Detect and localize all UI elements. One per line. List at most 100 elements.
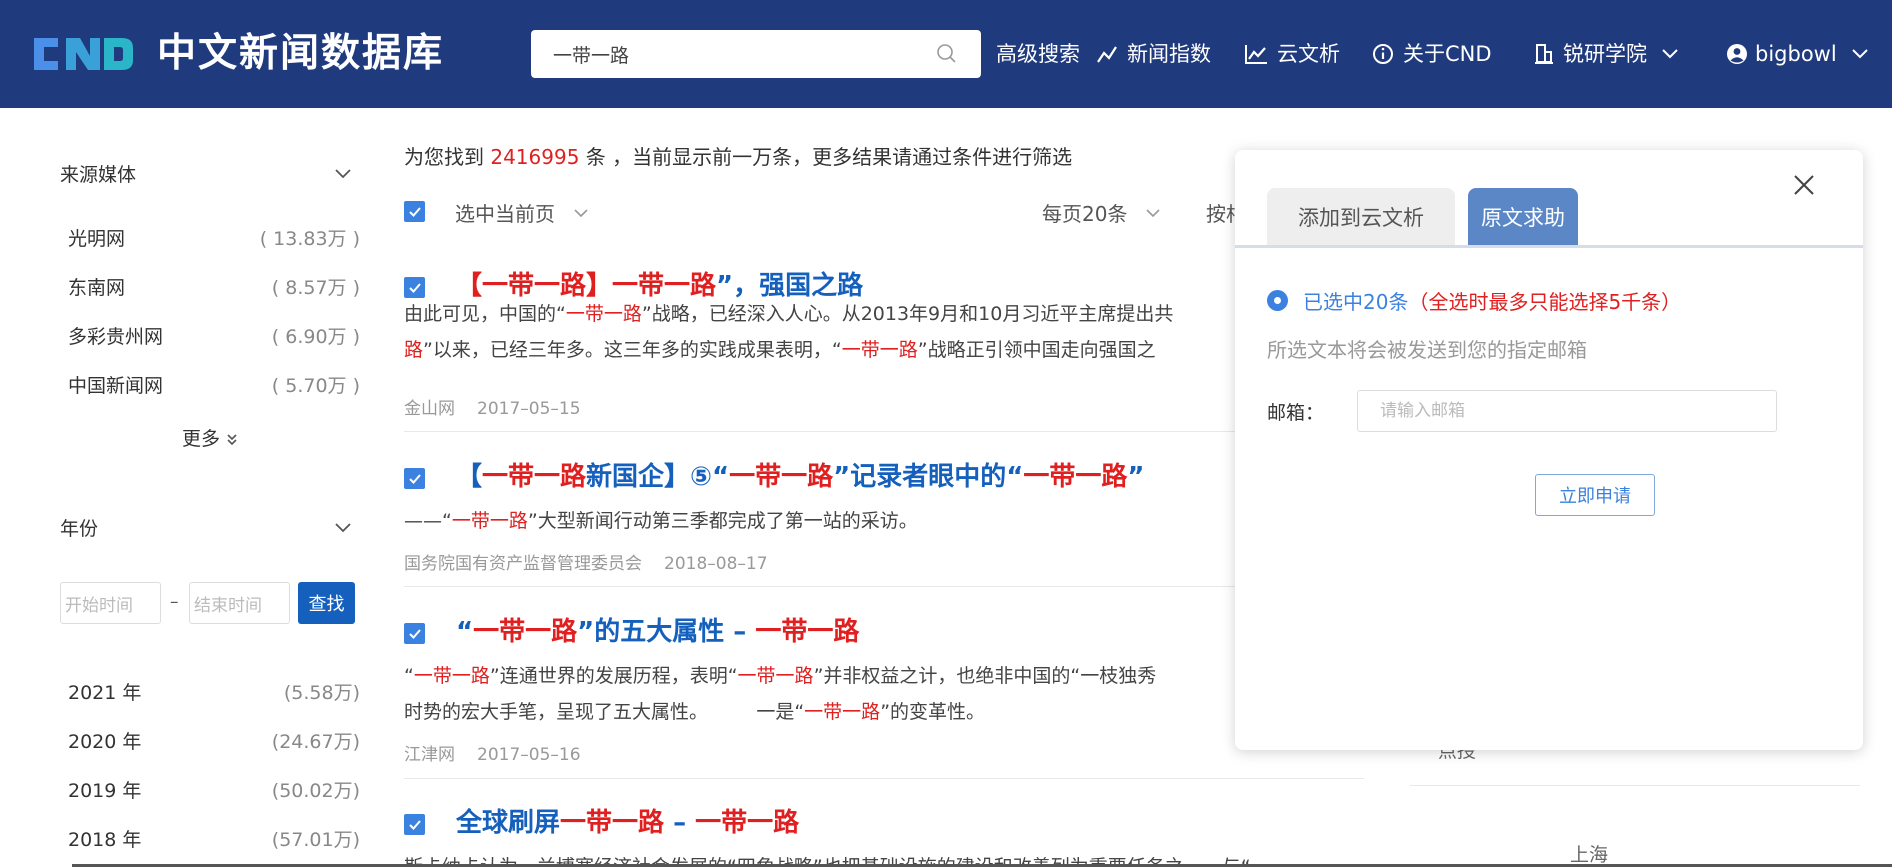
article-title[interactable]: 【一带一路新国企】⑤“一带一路”记录者眼中的“一带一路” xyxy=(456,461,1144,493)
snippet-highlight: 一带一路 xyxy=(451,510,528,532)
article-source: 金山网 xyxy=(404,399,455,419)
source-name: 光明网 xyxy=(68,228,126,250)
snippet-text: ”并非权益之计，也绝非中国的“一枝独秀 xyxy=(813,665,1157,687)
article-title[interactable]: 全球刷屏一带一路 – 一带一路 xyxy=(456,807,799,839)
year-item[interactable]: 2020 年 (24.67万) xyxy=(68,727,360,754)
year-count: (5.58万) xyxy=(283,682,360,704)
snippet-text: ——“ xyxy=(404,510,452,532)
nav-academy[interactable]: 锐研学院 xyxy=(1534,40,1679,68)
chevron-down-icon xyxy=(1662,49,1678,59)
close-icon[interactable] xyxy=(1791,172,1817,198)
email-label: 邮箱： xyxy=(1267,402,1325,424)
per-page-dropdown[interactable]: 每页20条 xyxy=(1042,198,1161,227)
title-highlight: 一带一路 xyxy=(482,462,587,492)
summary-suffix: 条 ，当前显示前一万条，更多结果请通过条件进行筛选 xyxy=(579,145,1073,169)
search-icon[interactable] xyxy=(935,42,959,66)
result-summary: 为您找到 2416995 条 ，当前显示前一万条，更多结果请通过条件进行筛选 xyxy=(404,141,1072,170)
email-field[interactable] xyxy=(1357,390,1777,432)
selected-radio[interactable] xyxy=(1267,290,1288,311)
snippet-text: ”以来，已经三年多。这三年多的实践成果表明，“ xyxy=(423,339,842,361)
source-count: ( 13.83万 ) xyxy=(259,228,360,250)
title-text: – xyxy=(664,808,696,838)
article-snippet: “一带一路”连通世界的发展历程，表明“一带一路”并非权益之计，也绝非中国的“一枝… xyxy=(404,658,1156,694)
start-time-placeholder: 开始时间 xyxy=(65,595,133,616)
article-snippet: ——“一带一路”大型新闻行动第三季都完成了第一站的采访。 xyxy=(404,503,918,539)
article-source: 国务院国有资产监督管理委员会 xyxy=(404,554,642,574)
source-item[interactable]: 多彩贵州网 ( 6.90万 ) xyxy=(68,322,360,349)
article-meta: 江津网 2017–05–16 xyxy=(404,740,581,765)
snippet-text: 由此可见，中国的“ xyxy=(404,303,566,325)
select-page-label: 选中当前页 xyxy=(455,202,555,226)
year-filter-title: 年份 xyxy=(60,518,99,540)
article-divider xyxy=(404,431,1364,432)
chevron-down-icon xyxy=(1851,49,1868,59)
snippet-highlight: 一带一路 xyxy=(804,701,881,723)
user-avatar-icon xyxy=(1727,44,1747,64)
range-dash: – xyxy=(170,592,179,612)
article-date: 2018–08–17 xyxy=(664,554,768,574)
chevron-down-icon xyxy=(574,208,588,217)
nav-news-index[interactable]: 新闻指数 xyxy=(1096,40,1211,68)
check-icon xyxy=(408,819,421,830)
source-media-filter-header[interactable]: 来源媒体 xyxy=(60,160,352,187)
double-chevron-down-icon xyxy=(227,433,237,445)
search-box xyxy=(531,30,981,78)
year-item[interactable]: 2018 年 (57.01万) xyxy=(68,825,360,852)
title-text: 新国企】⑤“ xyxy=(586,462,730,492)
selected-count: 已选中20条 xyxy=(1303,290,1409,314)
snippet-text: ”的变革性。 xyxy=(880,701,986,723)
article-checkbox[interactable] xyxy=(404,814,425,835)
article-divider xyxy=(404,586,1364,587)
source-count: ( 5.70万 ) xyxy=(271,375,360,397)
snippet-text: ”连通世界的发展历程，表明“ xyxy=(489,665,738,687)
end-time-placeholder: 结束时间 xyxy=(194,595,262,616)
end-time-input[interactable]: 结束时间 xyxy=(189,582,290,624)
year-name: 2018 年 xyxy=(68,829,142,851)
snippet-highlight: 一带一路 xyxy=(413,665,490,687)
more-sources-link[interactable]: 更多 xyxy=(182,424,238,451)
title-text: ”的五大属性 – xyxy=(577,617,756,647)
snippet-highlight: 路 xyxy=(404,339,424,361)
source-name: 多彩贵州网 xyxy=(68,326,164,348)
year-filter-header[interactable]: 年份 xyxy=(60,514,352,541)
info-circle-icon xyxy=(1373,44,1393,64)
tab-add-to-cloud-analysis[interactable]: 添加到云文析 xyxy=(1267,188,1455,246)
source-item[interactable]: 中国新闻网 ( 5.70万 ) xyxy=(68,371,360,398)
snippet-text: “ xyxy=(404,665,414,687)
source-item[interactable]: 光明网 ( 13.83万 ) xyxy=(68,224,360,251)
email-hint: 所选文本将会被发送到您的指定邮箱 xyxy=(1267,338,1587,362)
article-checkbox[interactable] xyxy=(404,277,425,298)
article-meta: 金山网 2017–05–15 xyxy=(404,394,581,419)
article-title[interactable]: “一带一路”的五大属性 – 一带一路 xyxy=(456,616,859,648)
article-snippet: 时势的宏大手笔，呈现了五大属性。 一是“一带一路”的变革性。 xyxy=(404,694,985,730)
right-panel-divider xyxy=(1410,785,1860,786)
nav-about[interactable]: 关于CND xyxy=(1372,40,1492,68)
snippet-highlight: 一带一路 xyxy=(565,303,642,325)
chevron-down-icon xyxy=(335,168,351,178)
chevron-down-icon xyxy=(335,522,351,532)
article-checkbox[interactable] xyxy=(404,623,425,644)
logo[interactable]: 中文新闻数据库 xyxy=(32,32,444,76)
tab-original-request[interactable]: 原文求助 xyxy=(1468,188,1578,246)
nav-user[interactable]: bigbowl xyxy=(1726,40,1869,68)
summary-prefix: 为您找到 xyxy=(404,145,491,169)
search-input[interactable] xyxy=(553,43,935,65)
start-time-input[interactable]: 开始时间 xyxy=(60,582,161,624)
nav-cloud-analysis[interactable]: 云文析 xyxy=(1244,40,1340,68)
request-dialog: 添加到云文析 原文求助 已选中20条（全选时最多只能选择5千条） 所选文本将会被… xyxy=(1235,150,1863,750)
year-item[interactable]: 2019 年 (50.02万) xyxy=(68,776,360,803)
find-button[interactable]: 查找 xyxy=(298,582,355,624)
select-page-dropdown[interactable]: 选中当前页 xyxy=(455,198,589,227)
select-page-checkbox[interactable] xyxy=(404,201,425,222)
nav-advanced-search[interactable]: 高级搜索 xyxy=(996,40,1080,68)
source-count: ( 6.90万 ) xyxy=(271,326,360,348)
nav-user-label: bigbowl xyxy=(1755,42,1837,66)
apply-now-button[interactable]: 立即申请 xyxy=(1535,474,1655,516)
year-count: (57.01万) xyxy=(271,829,360,851)
per-page-label: 每页20条 xyxy=(1042,202,1128,226)
article-date: 2017–05–16 xyxy=(477,745,581,765)
source-item[interactable]: 东南网 ( 8.57万 ) xyxy=(68,273,360,300)
nav-cloud-analysis-label: 云文析 xyxy=(1277,42,1340,66)
article-checkbox[interactable] xyxy=(404,468,425,489)
year-item[interactable]: 2021 年 (5.58万) xyxy=(68,678,360,705)
